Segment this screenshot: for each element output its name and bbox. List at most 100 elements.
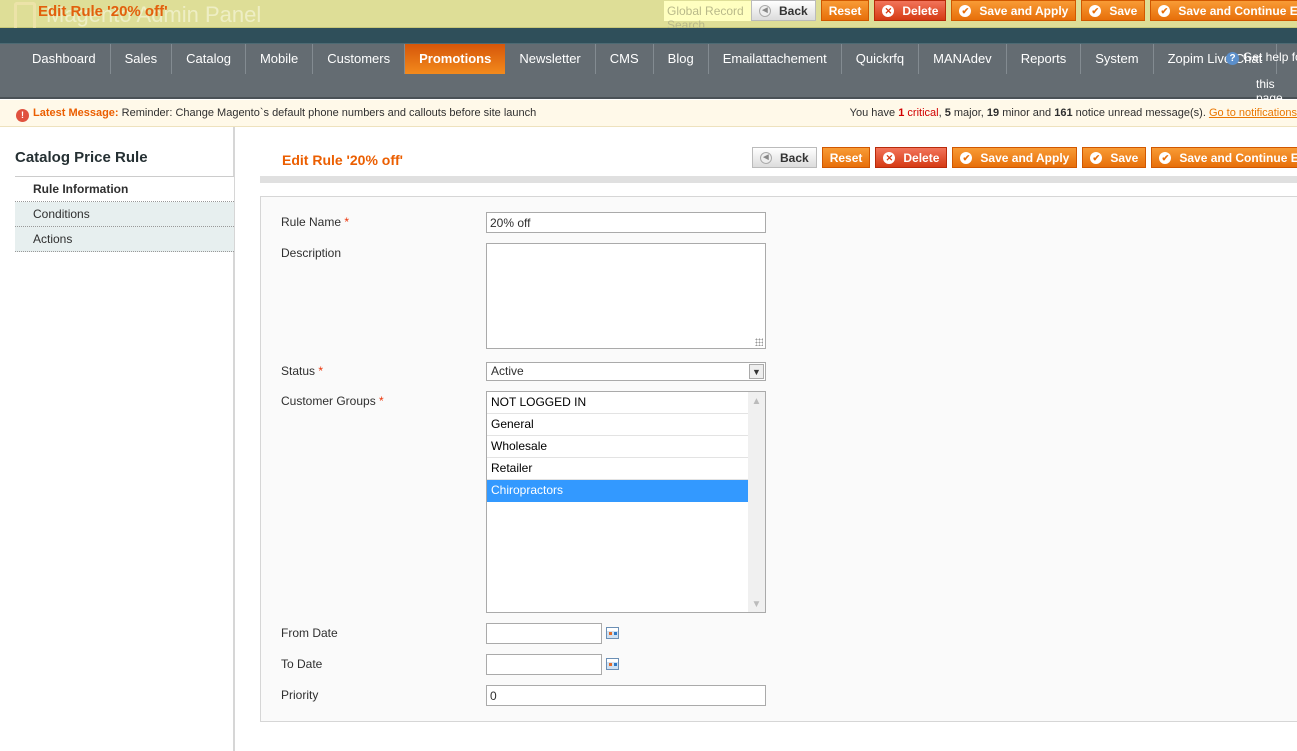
main-nav: Dashboard Sales Catalog Mobile Customers Prom… — [0, 44, 1297, 105]
check-icon: ✔ — [1159, 151, 1172, 164]
minor-label: minor and — [1002, 107, 1052, 119]
nav-item-quickrfq[interactable]: Quickrfq — [842, 44, 920, 74]
save-apply-label: Save and Apply — [979, 3, 1069, 18]
latest-message-label: Latest Message: — [33, 107, 119, 119]
floating-toolbar: ◀ Back Reset ✕ Delete ✔ Save and Apply ✔ Sav… — [751, 0, 1297, 21]
rule-name-label: Rule Name * — [281, 215, 350, 229]
help-link[interactable]: ? Get help for — [1226, 50, 1297, 65]
header-strip — [0, 28, 1297, 44]
magento-logo-icon — [14, 2, 36, 28]
description-textarea[interactable] — [486, 243, 766, 349]
chevron-down-icon[interactable]: ▼ — [749, 364, 764, 379]
nav-item-catalog[interactable]: Catalog — [172, 44, 246, 74]
customer-group-option[interactable]: Wholesale — [487, 436, 749, 458]
check-icon: ✔ — [1158, 4, 1171, 17]
sidebar: Catalog Price Rule Rule Information Cond… — [0, 127, 235, 751]
page-title: Edit Rule '20% off' — [282, 152, 404, 168]
rule-name-input[interactable]: 20% off — [486, 212, 766, 233]
delete-icon: ✕ — [882, 4, 895, 17]
minor-count: 19 — [986, 107, 1000, 119]
major-label: major, — [953, 107, 984, 119]
save-apply-button[interactable]: ✔ Save and Apply — [952, 147, 1078, 168]
back-label: Back — [779, 3, 808, 18]
back-button[interactable]: ◀ Back — [752, 147, 817, 168]
nav-item-blog[interactable]: Blog — [654, 44, 709, 74]
calendar-icon[interactable] — [606, 658, 619, 670]
customer-group-option[interactable]: General — [487, 414, 749, 436]
notice-label: notice unread message(s). — [1075, 107, 1206, 119]
nav-item-system[interactable]: System — [1081, 44, 1154, 74]
delete-label: Delete — [903, 150, 940, 165]
from-date-input[interactable] — [486, 623, 602, 644]
floating-title: Edit Rule '20% off' — [38, 3, 168, 20]
customer-group-option[interactable]: Retailer — [487, 458, 749, 480]
customer-groups-multiselect[interactable]: NOT LOGGED IN General Wholesale Retailer Chi… — [486, 391, 766, 613]
resize-grip-icon[interactable] — [755, 338, 763, 346]
alert-icon: ! — [16, 109, 29, 122]
back-button[interactable]: ◀ Back — [751, 0, 816, 21]
notifications-link[interactable]: Go to notifications — [1209, 107, 1297, 119]
rule-form — [260, 196, 1297, 722]
delete-button[interactable]: ✕ Delete — [874, 0, 947, 21]
to-date-label: To Date — [281, 657, 323, 671]
priority-label: Priority — [281, 688, 319, 702]
nav-item-manadev[interactable]: MANAdev — [919, 44, 1007, 74]
nav-item-reports[interactable]: Reports — [1007, 44, 1082, 74]
customer-group-option[interactable]: NOT LOGGED IN — [487, 392, 749, 414]
nav-item-dashboard[interactable]: Dashboard — [18, 44, 111, 74]
notice-count: 161 — [1054, 107, 1073, 119]
priority-input[interactable]: 0 — [486, 685, 766, 706]
header: Magento Admin Panel Edit Rule '20% off' … — [0, 0, 1297, 32]
delete-label: Delete — [902, 3, 939, 18]
description-label: Description — [281, 246, 342, 260]
nav-item-mobile[interactable]: Mobile — [246, 44, 314, 74]
customer-group-option[interactable]: Chiropractors — [487, 480, 749, 502]
reset-button[interactable]: Reset — [820, 0, 870, 21]
save-continue-button[interactable]: ✔ Save and Continue Edit — [1151, 147, 1297, 168]
calendar-icon[interactable] — [606, 627, 619, 639]
save-continue-button[interactable]: ✔ Save and Continue Edit — [1150, 0, 1297, 21]
nav-item-emailattachement[interactable]: Emailattachement — [709, 44, 842, 74]
delete-button[interactable]: ✕ Delete — [875, 147, 948, 168]
check-icon: ✔ — [1089, 4, 1102, 17]
check-icon: ✔ — [960, 151, 973, 164]
help-label: Get help for — [1243, 50, 1297, 64]
delete-icon: ✕ — [883, 151, 896, 164]
nav-item-sales[interactable]: Sales — [111, 44, 173, 74]
critical-count: 1 — [898, 107, 905, 119]
save-continue-label: Save and Continue Edit — [1179, 150, 1297, 165]
help-icon: ? — [1226, 52, 1239, 65]
save-apply-button[interactable]: ✔ Save and Apply — [951, 0, 1077, 21]
sidebar-title: Catalog Price Rule — [15, 149, 148, 166]
back-label: Back — [780, 150, 809, 165]
major-count: 5 — [944, 107, 951, 119]
to-date-input[interactable] — [486, 654, 602, 675]
nav-item-newsletter[interactable]: Newsletter — [505, 44, 596, 74]
save-label: Save — [1110, 150, 1139, 165]
status-label: Status * — [281, 364, 324, 378]
nav-item-customers[interactable]: Customers — [313, 44, 406, 74]
tab-conditions[interactable]: Conditions — [15, 202, 234, 227]
back-arrow-icon: ◀ — [759, 4, 771, 17]
nav-item-cms[interactable]: CMS — [596, 44, 654, 74]
save-continue-label: Save and Continue Edit — [1178, 3, 1297, 18]
title-divider — [260, 176, 1297, 183]
reset-button[interactable]: Reset — [821, 147, 871, 168]
nav-item-promotions[interactable]: Promotions — [405, 44, 506, 74]
from-date-label: From Date — [281, 626, 338, 640]
back-arrow-icon: ◀ — [760, 151, 772, 164]
scrollbar[interactable]: ▲ ▼ — [748, 392, 765, 612]
tab-actions[interactable]: Actions — [15, 227, 234, 252]
check-icon: ✔ — [959, 4, 972, 17]
save-button[interactable]: ✔ Save — [1082, 147, 1147, 168]
customer-groups-label: Customer Groups * — [281, 394, 384, 408]
save-button[interactable]: ✔ Save — [1081, 0, 1146, 21]
save-label: Save — [1109, 3, 1138, 18]
save-apply-label: Save and Apply — [980, 150, 1070, 165]
latest-message-text: Reminder: Change Magento`s default phone… — [121, 107, 537, 119]
status-select[interactable]: Active ▼ — [486, 362, 766, 381]
tab-rule-information[interactable]: Rule Information — [15, 177, 234, 202]
message-bar: ! Latest Message: Reminder: Change Magent… — [0, 100, 1297, 127]
page-toolbar: ◀ Back Reset ✕ Delete ✔ Save and Apply ✔ Sav… — [752, 147, 1297, 168]
msg-text: You have — [849, 107, 896, 119]
